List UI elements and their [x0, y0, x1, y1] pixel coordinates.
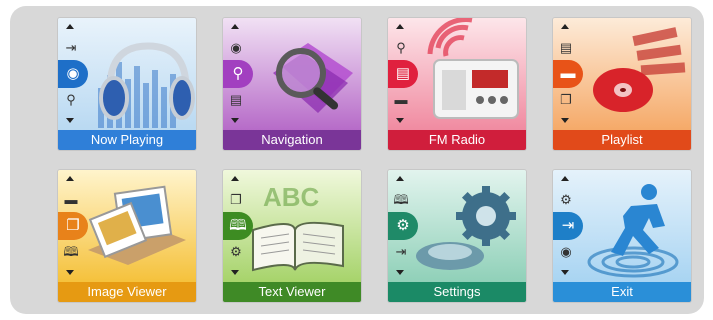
scroll-up-icon[interactable] [66, 24, 74, 29]
icon-strip: ⇥ ◉ ⚲ [58, 24, 88, 124]
disc-icon: ◉ [230, 40, 242, 55]
svg-text:ABC: ABC [263, 182, 320, 212]
menu-tile-settings[interactable]: 🕮 ⚙ ⇥ Settings [388, 170, 526, 302]
tile-label: FM Radio [388, 130, 526, 150]
tile-label: Image Viewer [58, 282, 196, 302]
book-icon: 🕮 [393, 192, 409, 207]
folder-icon: ▬ [394, 92, 408, 107]
search-icon: ⚲ [232, 65, 244, 82]
menu-tile-exit[interactable]: ⚙ ⇥ ◉ Exit [553, 170, 691, 302]
disc-icon: ◉ [66, 65, 80, 82]
radio-icon: ▤ [229, 92, 243, 107]
search-icon: ⚲ [66, 92, 76, 107]
tile-label: Text Viewer [223, 282, 361, 302]
scroll-up-icon[interactable] [66, 176, 74, 181]
scroll-down-icon[interactable] [396, 270, 404, 275]
scroll-up-icon[interactable] [561, 24, 569, 29]
scroll-down-icon[interactable] [396, 118, 404, 123]
selected-gallery-icon[interactable]: ❐ [58, 212, 88, 240]
radio-icon: ▤ [395, 65, 411, 82]
gear-icon: ⚙ [396, 217, 410, 234]
scroll-up-icon[interactable] [231, 176, 239, 181]
menu-tile-image-viewer[interactable]: ▬ ❐ 🕮 Image Viewer [58, 170, 196, 302]
menu-tile-navigation[interactable]: ◉ ⚲ ▤ Navigation [223, 18, 361, 150]
selected-book-icon[interactable]: 🕮 [223, 212, 253, 240]
selected-folder-icon[interactable]: ▬ [553, 60, 583, 88]
exit-icon: ⇥ [561, 217, 575, 234]
icon-strip: ⚲ ▤ ▬ [388, 24, 418, 124]
gear-icon: ⚙ [230, 244, 242, 259]
scroll-up-icon[interactable] [231, 24, 239, 29]
icon-strip: ▤ ▬ ❐ [553, 24, 583, 124]
icon-strip: ❐ 🕮 ⚙ [223, 176, 253, 276]
tile-label: Navigation [223, 130, 361, 150]
gallery-icon: ❐ [560, 92, 572, 107]
icon-strip: ⚙ ⇥ ◉ [553, 176, 583, 276]
book-icon: 🕮 [229, 217, 247, 234]
menu-tile-playlist[interactable]: ▤ ▬ ❐ Playlist [553, 18, 691, 150]
gallery-icon: ❐ [230, 192, 242, 207]
tile-label: Exit [553, 282, 691, 302]
menu-tile-now-playing[interactable]: ⇥ ◉ ⚲ Now Playing [58, 18, 196, 150]
icon-strip: ▬ ❐ 🕮 [58, 176, 88, 276]
icon-strip: 🕮 ⚙ ⇥ [388, 176, 418, 276]
gallery-icon: ❐ [66, 217, 80, 234]
gear-icon: ⚙ [560, 192, 572, 207]
scroll-up-icon[interactable] [396, 176, 404, 181]
selected-gear-icon[interactable]: ⚙ [388, 212, 418, 240]
scroll-down-icon[interactable] [66, 118, 74, 123]
selected-exit-icon[interactable]: ⇥ [553, 212, 583, 240]
book-icon: 🕮 [63, 244, 79, 259]
scroll-down-icon[interactable] [561, 270, 569, 275]
selected-disc-icon[interactable]: ◉ [58, 60, 88, 88]
scroll-up-icon[interactable] [396, 24, 404, 29]
scroll-down-icon[interactable] [66, 270, 74, 275]
selected-radio-icon[interactable]: ▤ [388, 60, 418, 88]
folder-icon: ▬ [560, 65, 576, 82]
folder-icon: ▬ [64, 192, 78, 207]
scroll-down-icon[interactable] [231, 270, 239, 275]
disc-icon: ◉ [560, 244, 572, 259]
search-icon: ⚲ [396, 40, 406, 55]
icon-strip: ◉ ⚲ ▤ [223, 24, 253, 124]
scroll-down-icon[interactable] [231, 118, 239, 123]
radio-icon: ▤ [559, 40, 573, 55]
menu-tile-fm-radio[interactable]: ⚲ ▤ ▬ FM Radio [388, 18, 526, 150]
import-icon: ⇥ [395, 244, 407, 259]
tile-label: Now Playing [58, 130, 196, 150]
tile-label: Settings [388, 282, 526, 302]
tile-label: Playlist [553, 130, 691, 150]
selected-search-icon[interactable]: ⚲ [223, 60, 253, 88]
scroll-down-icon[interactable] [561, 118, 569, 123]
import-icon: ⇥ [65, 40, 77, 55]
scroll-up-icon[interactable] [561, 176, 569, 181]
menu-tile-text-viewer[interactable]: ABC ❐ 🕮 ⚙ Text Viewer [223, 170, 361, 302]
